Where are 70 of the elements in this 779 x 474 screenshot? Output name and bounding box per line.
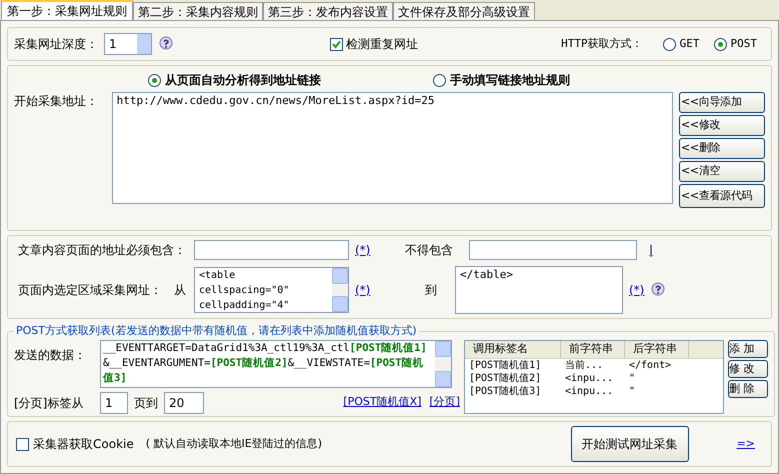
start-url-label: 开始采集地址： bbox=[14, 93, 99, 110]
scrollbar[interactable] bbox=[435, 340, 451, 386]
action-button[interactable]: <<删除 bbox=[679, 138, 765, 159]
post-data-field[interactable]: __EVENTTARGET=DataGrid1%3A_ctl19%3A_ctl[POST随机值1]&__EVENTARGUMENT=[POST随机值2]&__VIEWSTATE=[POST随机值3] bbox=[100, 340, 452, 388]
radio-button[interactable] bbox=[148, 74, 161, 86]
radio-button[interactable] bbox=[662, 38, 676, 50]
table-cell-text: [POST随机值2] bbox=[468, 372, 542, 384]
radio-label: 从页面自动分析得到地址链接 bbox=[165, 72, 321, 89]
link[interactable]: [POST随机值X] bbox=[343, 394, 422, 411]
url-list-field[interactable]: http://www.cdedu.gov.cn/news/MoreList.aspx?id=25 bbox=[112, 92, 673, 204]
page-to-label: 页到 bbox=[134, 394, 158, 412]
table-cell-text: <inpu... bbox=[564, 384, 614, 398]
table-cell-text: <inpu... bbox=[564, 372, 614, 384]
radio-label: POST bbox=[730, 36, 757, 52]
column-header[interactable]: 后字符串 bbox=[625, 340, 689, 358]
column-header[interactable]: 调用标签名 bbox=[465, 340, 561, 358]
not-contain-label: 不得包含 bbox=[405, 242, 454, 259]
must-contain-label: 文章内容页面的地址必须包含： bbox=[18, 242, 187, 259]
cookie-label: 采集器获取Cookie bbox=[33, 436, 134, 453]
link[interactable]: [分页] bbox=[429, 394, 460, 411]
link[interactable]: | bbox=[649, 243, 654, 257]
scrollbar[interactable] bbox=[332, 268, 348, 312]
start-test-button[interactable]: 开始测试网址采集 bbox=[570, 426, 689, 462]
from-field[interactable]: <table cellspacing="0" cellpadding="4" bbox=[194, 267, 349, 313]
link[interactable]: => bbox=[736, 436, 755, 450]
checkbox[interactable] bbox=[330, 38, 343, 50]
tab[interactable]: 文件保存及部分高级设置 bbox=[393, 2, 535, 20]
not-contain-field[interactable] bbox=[469, 240, 637, 260]
radio-button[interactable] bbox=[714, 38, 726, 50]
cookie-note: ( 默认自动读取本地IE登陆过的信息) bbox=[146, 436, 322, 452]
from-label: 从 bbox=[174, 282, 187, 299]
radio-label: 手动填写链接地址规则 bbox=[450, 72, 570, 89]
radio-label: GET bbox=[680, 36, 700, 52]
action-button[interactable]: <<清空 bbox=[679, 161, 765, 182]
to-field[interactable]: </table> bbox=[455, 266, 623, 314]
tab[interactable]: 第三步：发布内容设置 bbox=[263, 2, 393, 20]
tab[interactable]: 第一步：采集网址规则 bbox=[1, 0, 133, 20]
http-method-label: HTTP获取方式： bbox=[561, 36, 643, 52]
table-cell-text: " bbox=[628, 384, 636, 398]
action-button[interactable]: 修 改 bbox=[728, 360, 768, 378]
post-group-title: POST方式获取列表(若发送的数据中带有随机值，请在列表中添加随机值获取方式) bbox=[15, 323, 418, 339]
action-button[interactable]: <<修改 bbox=[679, 115, 765, 136]
region-label: 页面内选定区域采集网址： bbox=[18, 282, 163, 299]
depth-label: 采集网址深度： bbox=[14, 36, 98, 53]
radio-button[interactable] bbox=[433, 74, 446, 86]
help-icon[interactable] bbox=[158, 36, 174, 52]
page-to-field[interactable]: 20 bbox=[164, 392, 204, 414]
table-cell-text: 当前... bbox=[564, 358, 604, 372]
action-button[interactable]: 删 除 bbox=[728, 380, 768, 398]
action-button[interactable]: 添 加 bbox=[728, 340, 768, 358]
depth-spinner[interactable]: 1 bbox=[104, 33, 152, 55]
table-cell-text: [POST随机值3] bbox=[468, 384, 542, 398]
must-contain-field[interactable] bbox=[194, 240, 349, 260]
link[interactable]: (*) bbox=[355, 243, 370, 257]
action-button[interactable]: <<查看源代码 bbox=[679, 184, 765, 208]
page-from-label: [分页]标签从 bbox=[14, 394, 84, 412]
post-data-label: 发送的数据： bbox=[14, 346, 87, 364]
action-button[interactable]: <<向导添加 bbox=[679, 92, 765, 113]
link[interactable]: (*) bbox=[355, 283, 370, 297]
page-from-field[interactable]: 1 bbox=[100, 392, 128, 414]
table-cell-text: [POST随机值1] bbox=[468, 358, 542, 372]
link[interactable]: (*) bbox=[629, 283, 644, 297]
checkbox-label: 检测重复网址 bbox=[346, 36, 418, 53]
checkbox[interactable] bbox=[16, 438, 29, 450]
to-label: 到 bbox=[425, 282, 438, 299]
help-icon[interactable] bbox=[650, 282, 666, 298]
table-cell-text: </font> bbox=[628, 358, 672, 372]
tab[interactable]: 第二步：采集内容规则 bbox=[133, 2, 263, 20]
column-header[interactable]: 前字符串 bbox=[561, 340, 625, 358]
table-cell-text: " bbox=[628, 372, 636, 384]
